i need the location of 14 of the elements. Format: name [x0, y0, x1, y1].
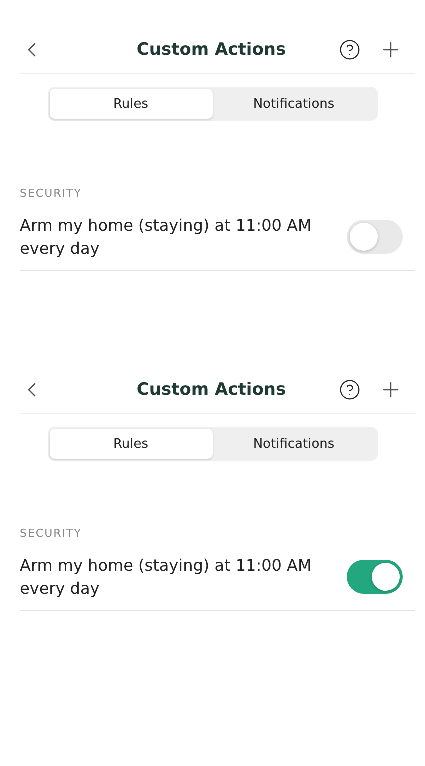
help-icon[interactable]	[339, 39, 361, 61]
tab[interactable]: Notifications	[212, 429, 376, 459]
tab[interactable]: Rules	[50, 89, 212, 119]
tab[interactable]: Rules	[50, 429, 212, 459]
help-icon[interactable]	[339, 379, 361, 401]
tab[interactable]: Notifications	[212, 89, 376, 119]
screen-title: Custom Actions	[136, 380, 288, 400]
section-label: SECURITY	[20, 187, 83, 200]
toggle-switch[interactable]	[347, 220, 403, 254]
section-label: SECURITY	[20, 527, 83, 540]
screen-title: Custom Actions	[136, 40, 288, 60]
toggle-switch[interactable]	[347, 560, 403, 594]
rule-text: Arm my home (staying) at 11:00 AM every day	[20, 555, 313, 600]
rule-text: Arm my home (staying) at 11:00 AM every day	[20, 215, 313, 260]
